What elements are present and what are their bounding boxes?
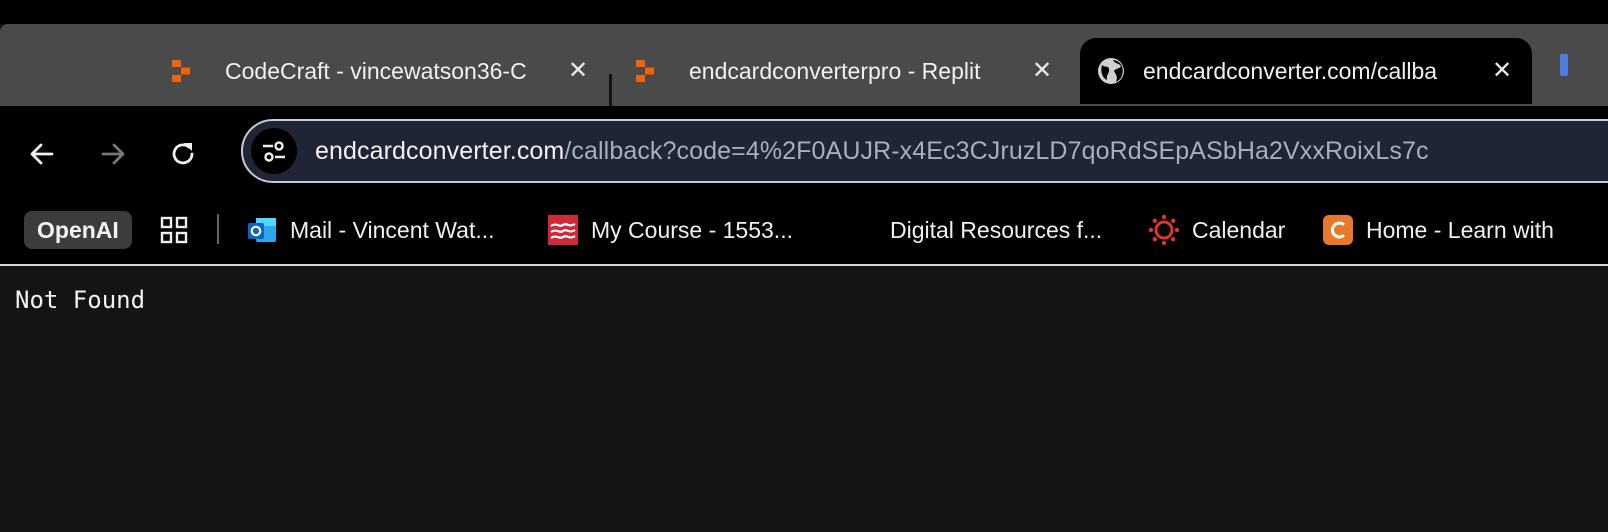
- close-tab-icon[interactable]: ✕: [560, 51, 596, 91]
- arrow-right-icon: [101, 143, 125, 165]
- replit-icon: [634, 59, 674, 83]
- bookmark-label: Home - Learn with: [1366, 216, 1554, 243]
- bookmark-calendar[interactable]: Calendar: [1148, 210, 1285, 250]
- bookmark-home-learn[interactable]: Home - Learn with: [1322, 210, 1554, 250]
- globe-icon: [1096, 56, 1136, 86]
- url-path: /callback?code=4%2F0AUJR-x4Ec3CJruzLD7qo…: [564, 136, 1429, 165]
- address-bar[interactable]: endcardconverter.com/callback?code=4%2F0…: [241, 119, 1608, 183]
- reload-icon: [172, 143, 194, 165]
- bookmark-label: OpenAI: [24, 211, 132, 249]
- bookmark-digital-resources[interactable]: Digital Resources f...: [846, 210, 1102, 250]
- bookmark-my-course[interactable]: My Course - 1553...: [547, 210, 793, 250]
- bookmarks-separator: [217, 214, 219, 244]
- blank-favicon: [846, 214, 878, 246]
- bookmark-openai[interactable]: OpenAI: [24, 210, 132, 250]
- bookmark-label: Mail - Vincent Wat...: [290, 216, 495, 243]
- bookmark-mail[interactable]: Mail - Vincent Wat...: [246, 210, 495, 250]
- bookmark-label: Calendar: [1192, 216, 1286, 243]
- reload-button[interactable]: [161, 132, 205, 176]
- tab-strip: CodeCraft - vincewatson36-C ✕ endcardcon…: [0, 24, 1608, 106]
- canvas-icon: [1148, 214, 1180, 246]
- pearson-icon: [547, 214, 579, 246]
- tab-title: endcardconverterpro - Replit: [689, 57, 981, 84]
- gmail-icon: [1560, 54, 1568, 76]
- screen-top-edge: [0, 0, 1608, 24]
- tab-title: endcardconverter.com/callba: [1143, 57, 1438, 84]
- close-tab-icon[interactable]: ✕: [1484, 51, 1520, 91]
- site-info-button[interactable]: [251, 128, 297, 174]
- apps-grid-icon: [160, 216, 188, 244]
- tab-endcardconverterpro[interactable]: endcardconverterpro - Replit ✕: [624, 38, 1060, 104]
- apps-button[interactable]: [160, 210, 188, 250]
- bookmarks-bar: OpenAI Mail - Vincent Wat... My Course -…: [0, 202, 1608, 266]
- c-icon: [1322, 214, 1354, 246]
- url-text: endcardconverter.com/callback?code=4%2F0…: [315, 137, 1429, 166]
- browser-toolbar: endcardconverter.com/callback?code=4%2F0…: [0, 106, 1608, 202]
- bookmark-label: My Course - 1553...: [591, 216, 793, 243]
- close-tab-icon[interactable]: ✕: [1024, 51, 1060, 91]
- tab-title: CodeCraft - vincewatson36-C: [225, 57, 527, 84]
- bookmark-label: Digital Resources f...: [890, 216, 1103, 243]
- next-tab-partial[interactable]: [1560, 54, 1570, 78]
- arrow-left-icon: [30, 143, 54, 165]
- forward-button[interactable]: [91, 132, 135, 176]
- page-content: Not Found: [0, 266, 1608, 532]
- tab-codecraft[interactable]: CodeCraft - vincewatson36-C ✕: [160, 38, 596, 104]
- outlook-icon: [246, 214, 278, 246]
- tab-divider: [609, 74, 612, 106]
- back-button[interactable]: [20, 132, 64, 176]
- replit-icon: [170, 59, 210, 83]
- tune-icon: [263, 141, 285, 162]
- not-found-message: Not Found: [15, 286, 146, 314]
- tab-endcardconverter-callback[interactable]: endcardconverter.com/callba ✕: [1080, 38, 1532, 104]
- url-host: endcardconverter.com: [315, 136, 565, 165]
